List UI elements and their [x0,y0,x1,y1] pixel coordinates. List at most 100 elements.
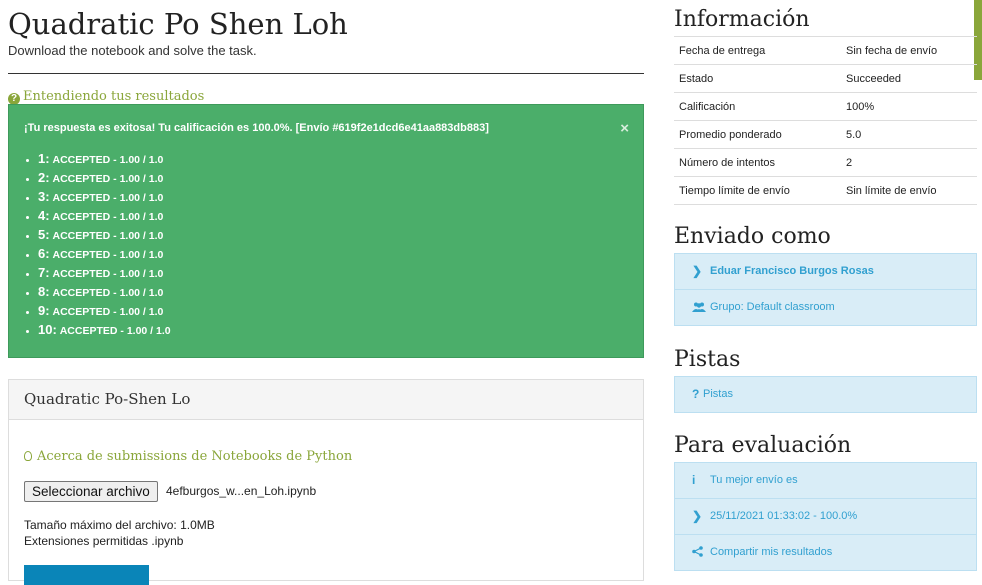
share-icon [692,535,703,570]
test-score: - 1.00 / 1.0 [117,325,171,337]
evaluation-box: i Tu mejor envío es ❯ 25/11/2021 01:33:0… [674,462,977,571]
info-table: Fecha de entrega Sin fecha de envío Estad… [674,36,977,205]
list-item: 9: ACCEPTED - 1.00 / 1.0 [24,301,171,320]
test-score: - 1.00 / 1.0 [110,287,164,299]
best-submission-link[interactable]: ❯ 25/11/2021 01:33:02 - 100.0% [675,499,976,535]
table-row: Promedio ponderado 5.0 [674,120,977,149]
list-item: 8: ACCEPTED - 1.00 / 1.0 [24,282,171,301]
list-item: 10: ACCEPTED - 1.00 / 1.0 [24,320,171,339]
allowed-extensions: Extensiones permitidas .ipynb [24,534,184,548]
list-item: 1: ACCEPTED - 1.00 / 1.0 [24,149,171,168]
test-score: - 1.00 / 1.0 [110,230,164,242]
test-result: ACCEPTED [52,306,111,318]
choose-file-button[interactable]: Seleccionar archivo [24,481,158,502]
best-submission-value: 25/11/2021 01:33:02 - 100.0% [710,510,858,522]
list-item: 4: ACCEPTED - 1.00 / 1.0 [24,206,171,225]
close-icon[interactable]: × [620,120,629,137]
test-result: ACCEPTED [52,173,111,185]
test-number: 8: [38,284,50,299]
understanding-results-link[interactable]: ? Entendiendo tus resultados [8,89,204,105]
group-link[interactable]: Grupo: Default classroom [675,290,976,325]
test-number: 6: [38,246,50,261]
list-item: 2: ACCEPTED - 1.00 / 1.0 [24,168,171,187]
page-title: Quadratic Po Shen Loh [8,7,348,41]
group-name: Grupo: Default classroom [710,301,835,313]
bullet-icon [26,215,29,219]
test-number: 10: [38,322,57,337]
table-row: Tiempo límite de envío Sin límite de enví… [674,176,977,205]
sent-as-user-link[interactable]: ❯ Eduar Francisco Burgos Rosas [675,254,976,290]
test-number: 7: [38,265,50,280]
bullet-icon [26,253,29,257]
page-subtitle: Download the notebook and solve the task… [8,43,257,58]
table-row: Fecha de entrega Sin fecha de envío [674,36,977,65]
bullet-icon [26,329,29,333]
test-result: ACCEPTED [59,325,118,337]
question-icon: ? [692,387,700,401]
info-value: Sin límite de envío [846,176,977,205]
info-label: Número de intentos [674,148,846,177]
test-number: 9: [38,303,50,318]
test-score: - 1.00 / 1.0 [110,268,164,280]
selected-file-name: 4efburgos_w...en_Loh.ipynb [166,484,317,498]
bullet-icon [26,234,29,238]
info-label: Tiempo límite de envío [674,176,846,205]
info-icon: i [692,473,696,487]
test-result: ACCEPTED [52,230,111,242]
bullet-icon [26,196,29,200]
test-result: ACCEPTED [52,287,111,299]
success-alert: ¡Tu respuesta es exitosa! Tu calificació… [8,104,644,358]
bullet-icon [26,291,29,295]
info-value: 5.0 [846,120,977,149]
success-message: ¡Tu respuesta es exitosa! Tu calificació… [24,122,489,134]
test-score: - 1.00 / 1.0 [110,173,164,185]
sent-as-box: ❯ Eduar Francisco Burgos Rosas Grupo: De… [674,253,977,326]
test-result: ACCEPTED [52,154,111,166]
title-divider [8,73,644,74]
user-name: Eduar Francisco Burgos Rosas [710,265,874,277]
chevron-right-icon: ❯ [692,509,703,523]
info-value: 2 [846,148,977,177]
info-value: 100% [846,92,977,121]
info-label: Fecha de entrega [674,36,846,65]
test-number: 5: [38,227,50,242]
about-notebooks-link[interactable]: Acerca de submissions de Notebooks de Py… [24,449,352,464]
test-results-list: 1: ACCEPTED - 1.00 / 1.0 2: ACCEPTED - 1… [24,149,171,339]
hints-label: Pistas [703,388,733,400]
chevron-right-icon: ❯ [692,264,703,278]
submit-button[interactable] [24,565,149,585]
info-label: Estado [674,64,846,93]
info-value: Succeeded [846,64,977,93]
list-item: 6: ACCEPTED - 1.00 / 1.0 [24,244,171,263]
test-number: 3: [38,189,50,204]
bullet-icon [26,177,29,181]
test-score: - 1.00 / 1.0 [110,306,164,318]
test-result: ACCEPTED [52,249,111,261]
share-results-label: Compartir mis resultados [710,546,833,558]
hints-link[interactable]: ? Pistas [675,377,976,412]
table-row: Calificación 100% [674,92,977,121]
info-label: Calificación [674,92,846,121]
best-submission-label-row: i Tu mejor envío es [675,463,976,499]
test-number: 2: [38,170,50,185]
bullet-icon [26,310,29,314]
test-score: - 1.00 / 1.0 [110,211,164,223]
table-row: Estado Succeeded [674,64,977,93]
list-item: 7: ACCEPTED - 1.00 / 1.0 [24,263,171,282]
best-submission-label: Tu mejor envío es [710,474,798,486]
people-icon [692,290,706,325]
info-value: Sin fecha de envío [846,36,977,65]
test-result: ACCEPTED [52,268,111,280]
info-label: Promedio ponderado [674,120,846,149]
test-score: - 1.00 / 1.0 [110,192,164,204]
test-result: ACCEPTED [52,192,111,204]
share-results-link[interactable]: Compartir mis resultados [675,535,976,570]
max-file-size: Tamaño máximo del archivo: 1.0MB [24,518,215,532]
test-score: - 1.00 / 1.0 [110,154,164,166]
lightbulb-icon [24,451,32,461]
list-item: 3: ACCEPTED - 1.00 / 1.0 [24,187,171,206]
bullet-icon [26,272,29,276]
info-heading: Información [674,7,810,32]
test-number: 1: [38,151,50,166]
bullet-icon [26,158,29,162]
